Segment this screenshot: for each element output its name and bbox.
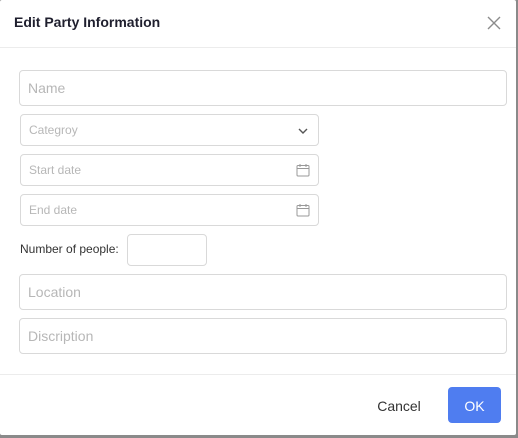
calendar-icon[interactable] xyxy=(296,203,310,217)
category-placeholder: Categroy xyxy=(29,123,78,137)
end-date-picker[interactable] xyxy=(20,194,319,226)
people-count-input[interactable] xyxy=(128,235,206,265)
chevron-down-icon[interactable] xyxy=(297,124,309,136)
location-field[interactable] xyxy=(19,274,507,310)
name-field[interactable] xyxy=(19,70,507,106)
close-icon[interactable] xyxy=(486,15,502,31)
end-date-input[interactable] xyxy=(21,195,318,225)
name-input[interactable] xyxy=(20,71,506,105)
start-date-input[interactable] xyxy=(21,155,318,185)
ok-button[interactable]: OK xyxy=(448,387,501,423)
location-input[interactable] xyxy=(20,275,506,309)
description-input[interactable] xyxy=(20,319,506,353)
description-field[interactable] xyxy=(19,318,507,354)
cancel-button[interactable]: Cancel xyxy=(365,387,433,423)
dialog-footer xyxy=(0,374,516,435)
start-date-picker[interactable] xyxy=(20,154,319,186)
dialog-title: Edit Party Information xyxy=(14,14,161,30)
people-count-label: Number of people: xyxy=(20,242,119,256)
calendar-icon[interactable] xyxy=(296,163,310,177)
category-select[interactable]: Categroy xyxy=(20,114,319,146)
dialog-header: Edit Party Information xyxy=(0,0,516,48)
edit-party-dialog: Edit Party Information Categroy xyxy=(0,0,516,435)
people-count-field[interactable] xyxy=(127,234,207,266)
